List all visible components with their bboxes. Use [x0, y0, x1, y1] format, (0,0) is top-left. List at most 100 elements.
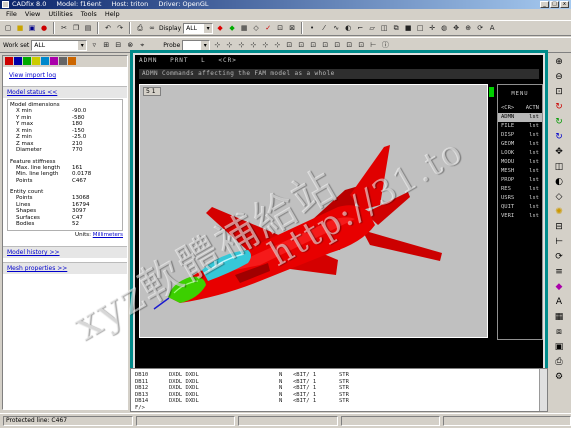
new-file-icon[interactable]: ▢: [3, 23, 13, 33]
settings-icon[interactable]: ⚙: [553, 371, 565, 383]
output-scrollbar[interactable]: [539, 369, 547, 411]
select-all-icon[interactable]: ⊞: [101, 40, 111, 50]
menu-item-res[interactable]: RES lst: [498, 185, 542, 194]
probe-body-icon[interactable]: ⊹: [260, 40, 270, 50]
fit-view-icon[interactable]: ⊡: [553, 86, 565, 98]
group-icon[interactable]: ⧉: [391, 23, 401, 33]
zoom-in-icon[interactable]: ⊕: [553, 56, 565, 68]
pan-view-icon[interactable]: ✥: [553, 146, 565, 158]
view-top-icon[interactable]: ⊡: [332, 40, 342, 50]
header-l[interactable]: L: [201, 57, 206, 64]
view-front-icon[interactable]: ⊡: [284, 40, 294, 50]
view-left-icon[interactable]: ⊡: [308, 40, 318, 50]
panel-icon-4[interactable]: [32, 57, 40, 65]
shade-mode-icon[interactable]: ◐: [553, 176, 565, 188]
label-icon[interactable]: A: [487, 23, 497, 33]
cut-icon[interactable]: ✂: [59, 23, 69, 33]
camera-icon[interactable]: ▣: [553, 341, 565, 353]
menu-tools[interactable]: Tools: [81, 10, 97, 19]
viewport-id-badge[interactable]: 5 1: [143, 87, 161, 96]
copy-icon[interactable]: ❐: [71, 23, 81, 33]
menu-utilities[interactable]: Utilities: [48, 10, 72, 19]
panel-icon-3[interactable]: [23, 57, 31, 65]
probe-mesh-icon[interactable]: ⊹: [272, 40, 282, 50]
paste-icon[interactable]: ▤: [83, 23, 93, 33]
header-cr[interactable]: <CR>: [218, 57, 236, 64]
layers-icon[interactable]: ≡: [553, 266, 565, 278]
measure-icon[interactable]: ⊢: [368, 40, 378, 50]
rotate-x-icon[interactable]: ↻: [553, 101, 565, 113]
aircraft-model[interactable]: [140, 85, 487, 337]
hide-icon[interactable]: ⊠: [287, 23, 297, 33]
probe-point-icon[interactable]: ⊹: [212, 40, 222, 50]
panel-icon-7[interactable]: [59, 57, 67, 65]
zoom-out-icon[interactable]: ⊖: [553, 71, 565, 83]
close-button[interactable]: x: [560, 1, 569, 8]
probe-select[interactable]: [182, 39, 211, 51]
output-window[interactable]: DB10 DXDL DXDL N <BIT/ 1 STR DB11 DXDL DXDL N <…: [130, 368, 548, 412]
menu-item-prop[interactable]: PROP lst: [498, 176, 542, 185]
display-select[interactable]: ALL: [183, 22, 214, 34]
view-right-icon[interactable]: ⊡: [320, 40, 330, 50]
mesh-properties-header[interactable]: Mesh properties >>: [3, 262, 127, 274]
color-icon[interactable]: ◆: [215, 23, 225, 33]
undo-icon[interactable]: ↶: [103, 23, 113, 33]
view-iso-icon[interactable]: ⊡: [356, 40, 366, 50]
graphics-viewport[interactable]: 5 1: [139, 84, 494, 338]
wire-mode-icon[interactable]: ◇: [553, 191, 565, 203]
panel-icon-5[interactable]: [41, 57, 49, 65]
header-prnt[interactable]: PRNT: [170, 57, 188, 64]
view-import-log-link[interactable]: View import log: [3, 71, 127, 80]
point-icon[interactable]: •: [307, 23, 317, 33]
panel-icon-1[interactable]: [5, 57, 13, 65]
print-view-icon[interactable]: ⎙: [553, 356, 565, 368]
print-icon[interactable]: ⎙: [135, 23, 145, 33]
view-cube-icon[interactable]: ◫: [553, 161, 565, 173]
view-back-icon[interactable]: ⊡: [296, 40, 306, 50]
refresh-icon[interactable]: ⟳: [553, 251, 565, 263]
workset-select[interactable]: ALL: [31, 39, 88, 51]
measure-tool-icon[interactable]: ⊢: [553, 236, 565, 248]
wire-icon[interactable]: ◇: [251, 23, 261, 33]
probe-line-icon[interactable]: ⊹: [224, 40, 234, 50]
menu-item-look[interactable]: LOOK lst: [498, 149, 542, 158]
header-admn[interactable]: ADMN: [139, 57, 157, 64]
minimize-button[interactable]: _: [540, 1, 549, 8]
command-line[interactable]: ADMN Commands affecting the FAM model as…: [139, 69, 539, 79]
model-history-header[interactable]: Model history >>: [3, 246, 127, 258]
panel-icon-2[interactable]: [14, 57, 22, 65]
menu-item-admn[interactable]: ADMN lst: [498, 113, 542, 122]
menu-item-veri[interactable]: VERI lst: [498, 212, 542, 221]
binoculars-icon[interactable]: ∞: [147, 23, 157, 33]
shade-icon[interactable]: ◆: [227, 23, 237, 33]
light-icon[interactable]: ✺: [553, 206, 565, 218]
menu-item-modu[interactable]: MODU lst: [498, 158, 542, 167]
redo-icon[interactable]: ↷: [115, 23, 125, 33]
menu-item-disp[interactable]: DISP lst: [498, 131, 542, 140]
fit-icon[interactable]: ⊡: [275, 23, 285, 33]
maximize-button[interactable]: □: [550, 1, 559, 8]
filter-icon[interactable]: ▿: [89, 40, 99, 50]
face-icon[interactable]: ▱: [367, 23, 377, 33]
menu-help[interactable]: Help: [105, 10, 120, 19]
save-icon[interactable]: ▣: [27, 23, 37, 33]
menu-item-quit[interactable]: QUIT lst: [498, 203, 542, 212]
rotate-y-icon[interactable]: ↻: [553, 116, 565, 128]
surface-icon[interactable]: ◐: [343, 23, 353, 33]
grid-icon[interactable]: ▦: [553, 311, 565, 323]
menu-item-file[interactable]: FILE lst: [498, 122, 542, 131]
colour-icon[interactable]: ◆: [553, 281, 565, 293]
solid-icon[interactable]: ■: [403, 23, 413, 33]
line-icon[interactable]: ⁄: [319, 23, 329, 33]
panel-icon-8[interactable]: [68, 57, 76, 65]
label-tool-icon[interactable]: A: [553, 296, 565, 308]
mesh-icon[interactable]: ▦: [239, 23, 249, 33]
perspective-icon[interactable]: ⧈: [553, 326, 565, 338]
axes-icon[interactable]: ✛: [427, 23, 437, 33]
invert-icon[interactable]: ⊗: [125, 40, 135, 50]
section-icon[interactable]: ⊟: [553, 221, 565, 233]
pan-icon[interactable]: ✥: [451, 23, 461, 33]
menu-file[interactable]: File: [6, 10, 17, 19]
rotate-icon[interactable]: ⟳: [475, 23, 485, 33]
curve-icon[interactable]: ∿: [331, 23, 341, 33]
